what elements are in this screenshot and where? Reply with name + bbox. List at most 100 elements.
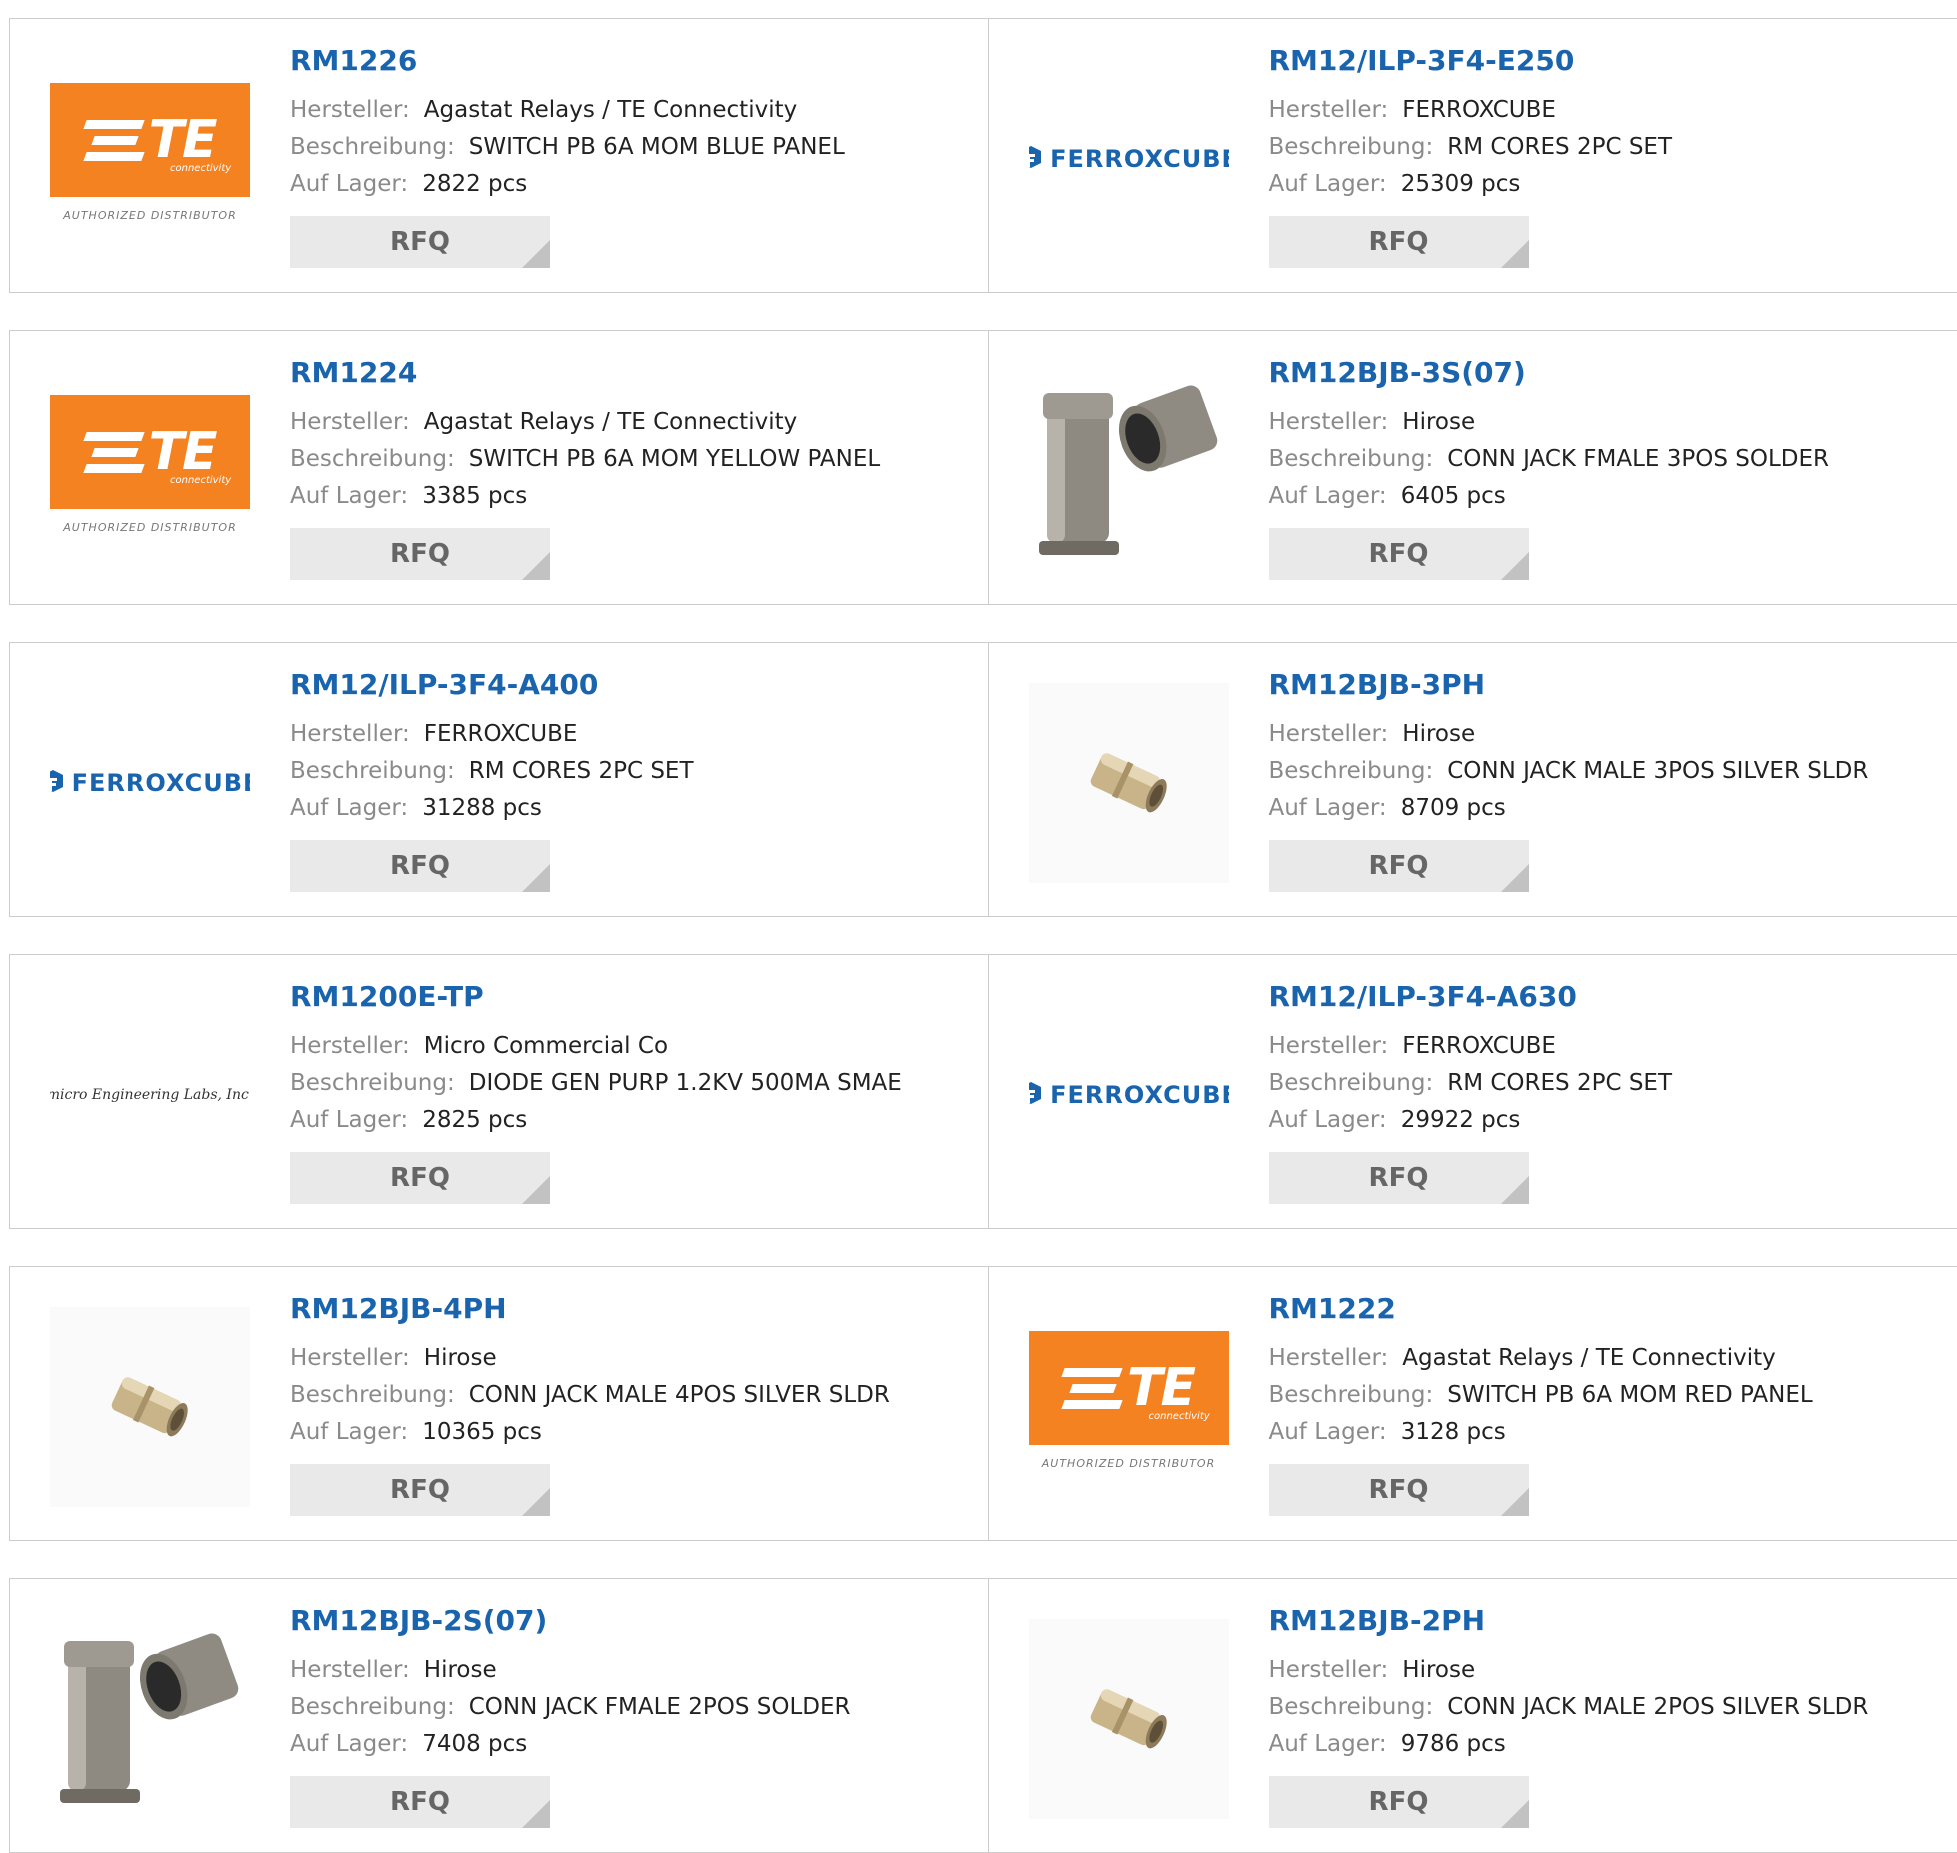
small-connector-photo	[1029, 683, 1229, 883]
stock-label: Auf Lager:	[1269, 483, 1387, 509]
part-number-link[interactable]: RM12BJB-2PH	[1269, 1607, 1869, 1635]
part-number-link[interactable]: RM12BJB-3S(07)	[1269, 359, 1830, 387]
manufacturer-label: Hersteller:	[290, 1033, 410, 1059]
rfq-button[interactable]: RFQ	[1269, 840, 1529, 892]
stock-label: Auf Lager:	[1269, 1731, 1387, 1757]
description-value: RM CORES 2PC SET	[1447, 134, 1672, 160]
manufacturer-label: Hersteller:	[1269, 1657, 1389, 1683]
part-number-link[interactable]: RM1200E-TP	[290, 983, 902, 1011]
manufacturer-label: Hersteller:	[1269, 1033, 1389, 1059]
product-card: TE connectivity AUTHORIZED DISTRIBUTOR R…	[988, 1267, 1957, 1540]
rfq-label: RFQ	[390, 227, 450, 257]
product-card: RM12BJB-3S(07)Hersteller:HiroseBeschreib…	[988, 331, 1957, 604]
stock-line: Auf Lager:6405 pcs	[1269, 478, 1830, 515]
manufacturer-line: Hersteller:FERROXCUBE	[1269, 92, 1673, 129]
part-number-link[interactable]: RM12BJB-3PH	[1269, 671, 1869, 699]
stock-value: 3385 pcs	[422, 483, 527, 509]
rfq-button[interactable]: RFQ	[1269, 216, 1529, 268]
manufacturer-value: Hirose	[1402, 409, 1475, 435]
product-card: RM12BJB-2PH Hersteller: Hirose Beschreibung…	[988, 1579, 1957, 1852]
stock-line: Auf Lager:29922 pcs	[1269, 1102, 1673, 1139]
description-value: CONN JACK MALE 3POS SILVER SLDR	[1447, 758, 1868, 784]
rfq-corner-icon	[1501, 1176, 1529, 1204]
description-line: Beschreibung: CONN JACK MALE 3POS SILVER …	[1269, 753, 1869, 790]
stock-value: 10365 pcs	[422, 1419, 542, 1445]
rfq-button[interactable]: RFQ	[290, 1152, 550, 1204]
stock-line: Auf Lager:8709 pcs	[1269, 790, 1869, 827]
rfq-button[interactable]: RFQ	[290, 840, 550, 892]
manufacturer-value: Hirose	[1402, 1657, 1475, 1683]
stock-line: Auf Lager:3128 pcs	[1269, 1414, 1813, 1451]
product-thumbnail[interactable]: micro Engineering Labs, Inc.	[50, 995, 250, 1195]
te-connectivity-logo: TE connectivity AUTHORIZED DISTRIBUTOR	[50, 395, 250, 547]
stock-label: Auf Lager:	[1269, 171, 1387, 197]
rfq-button[interactable]: RFQ	[1269, 528, 1529, 580]
part-number-link[interactable]: RM12/ILP-3F4-A630	[1269, 983, 1673, 1011]
ferroxcube-logo: FERROXCUBE	[1029, 145, 1229, 173]
manufacturer-value: Hirose	[1402, 721, 1475, 747]
rfq-label: RFQ	[1369, 227, 1429, 257]
product-thumbnail[interactable]	[50, 1307, 250, 1507]
rfq-button[interactable]: RFQ	[290, 1464, 550, 1516]
part-number-link[interactable]: RM12BJB-4PH	[290, 1295, 890, 1323]
product-thumbnail[interactable]: TE connectivity AUTHORIZED DISTRIBUTOR	[1029, 1307, 1229, 1507]
rfq-label: RFQ	[390, 1475, 450, 1505]
product-thumbnail[interactable]: FERROXCUBE	[1029, 995, 1229, 1195]
rfq-corner-icon	[1501, 1488, 1529, 1516]
rfq-corner-icon	[1501, 1800, 1529, 1828]
part-number-link[interactable]: RM12/ILP-3F4-A400	[290, 671, 694, 699]
small-connector-photo	[50, 1307, 250, 1507]
manufacturer-label: Hersteller:	[290, 97, 410, 123]
product-thumbnail[interactable]: FERROXCUBE	[1029, 59, 1229, 259]
rfq-label: RFQ	[1369, 1163, 1429, 1193]
part-number-link[interactable]: RM12/ILP-3F4-E250	[1269, 47, 1673, 75]
description-value: RM CORES 2PC SET	[1447, 1070, 1672, 1096]
ferroxcube-logo: FERROXCUBE	[1029, 1081, 1229, 1109]
product-info: RM1226Hersteller:Agastat Relays / TE Con…	[290, 47, 845, 268]
rfq-corner-icon	[522, 1488, 550, 1516]
rfq-button[interactable]: RFQ	[1269, 1776, 1529, 1828]
ferroxcube-logo: FERROXCUBE	[50, 769, 250, 797]
product-thumbnail[interactable]: FERROXCUBE	[50, 683, 250, 883]
stock-value: 2822 pcs	[422, 171, 527, 197]
manufacturer-line: Hersteller:FERROXCUBE	[1269, 1028, 1673, 1065]
description-line: Beschreibung:CONN JACK MALE 4POS SILVER …	[290, 1377, 890, 1414]
stock-label: Auf Lager:	[290, 1107, 408, 1133]
rfq-corner-icon	[522, 552, 550, 580]
stock-value: 2825 pcs	[422, 1107, 527, 1133]
rfq-button[interactable]: RFQ	[290, 528, 550, 580]
product-info: RM12BJB-2PH Hersteller: Hirose Beschreibung…	[1269, 1607, 1869, 1828]
product-thumbnail[interactable]	[1029, 371, 1229, 571]
rfq-button[interactable]: RFQ	[1269, 1152, 1529, 1204]
part-number-link[interactable]: RM1226	[290, 47, 845, 75]
product-thumbnail[interactable]	[50, 1619, 250, 1819]
product-thumbnail[interactable]	[1029, 683, 1229, 883]
product-card: RM12BJB-2S(07)Hersteller:HiroseBeschreib…	[10, 1579, 988, 1852]
product-row: TE connectivity AUTHORIZED DISTRIBUTOR R…	[9, 18, 1957, 293]
rfq-button[interactable]: RFQ	[290, 1776, 550, 1828]
manufacturer-label: Hersteller:	[290, 1345, 410, 1371]
stock-line: Auf Lager:25309 pcs	[1269, 166, 1673, 203]
product-row: TE connectivity AUTHORIZED DISTRIBUTOR R…	[9, 330, 1957, 605]
rfq-button[interactable]: RFQ	[290, 216, 550, 268]
rfq-label: RFQ	[1369, 851, 1429, 881]
description-line: Beschreibung:CONN JACK MALE 2POS SILVER …	[1269, 1689, 1869, 1726]
product-thumbnail[interactable]: TE connectivity AUTHORIZED DISTRIBUTOR	[50, 371, 250, 571]
part-number-link[interactable]: RM1224	[290, 359, 880, 387]
stock-label: Auf Lager:	[1269, 1107, 1387, 1133]
product-thumbnail[interactable]: TE connectivity AUTHORIZED DISTRIBUTOR	[50, 59, 250, 259]
rfq-corner-icon	[1501, 552, 1529, 580]
product-thumbnail[interactable]	[1029, 1619, 1229, 1819]
manufacturer-line: Hersteller:Hirose	[290, 1652, 851, 1689]
product-card: TE connectivity AUTHORIZED DISTRIBUTOR R…	[10, 19, 988, 292]
product-info: RM12/ILP-3F4-E250Hersteller:FERROXCUBEBe…	[1269, 47, 1673, 268]
rfq-button[interactable]: RFQ	[1269, 1464, 1529, 1516]
manufacturer-line: Hersteller:Hirose	[1269, 716, 1869, 753]
stock-line: Auf Lager:7408 pcs	[290, 1726, 851, 1763]
description-label: Beschreibung:	[1269, 758, 1434, 784]
manufacturer-label: Hersteller:	[290, 1657, 410, 1683]
part-number-link[interactable]: RM12BJB-2S(07)	[290, 1607, 851, 1635]
part-number-link[interactable]: RM1222	[1269, 1295, 1813, 1323]
product-card: FERROXCUBE RM12/ILP-3F4-E250 Hersteller:F…	[988, 19, 1957, 292]
stock-value: 7408 pcs	[422, 1731, 527, 1757]
